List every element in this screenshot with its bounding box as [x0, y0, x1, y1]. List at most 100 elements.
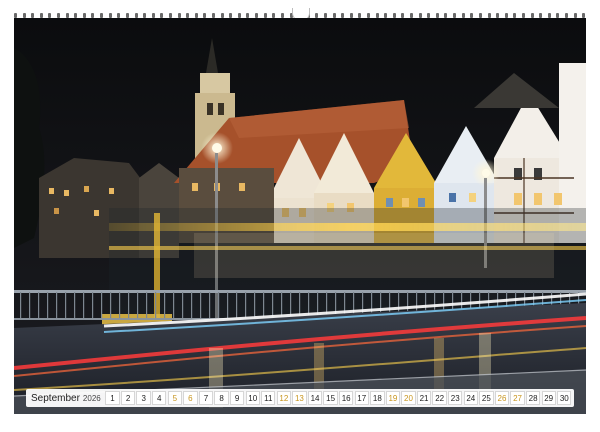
railing-post [65, 292, 67, 318]
railing-post [236, 292, 238, 318]
binding-ring [487, 12, 491, 18]
day-cell: 16 [338, 391, 354, 405]
binding-ring [134, 12, 138, 18]
day-cell: 25 [479, 391, 494, 405]
day-cell: 24 [463, 391, 478, 405]
binding-ring [151, 12, 155, 18]
railing-post [200, 292, 202, 318]
binding-ring [39, 12, 43, 18]
binding-ring [332, 12, 336, 18]
day-cell: 1 [105, 391, 120, 405]
day-cell: 13 [292, 391, 307, 405]
binding-ring [444, 12, 448, 18]
binding-ring [504, 12, 508, 18]
binding-ring [375, 12, 379, 18]
binding-ring [91, 12, 95, 18]
railing-post [227, 292, 229, 318]
day-cell: 29 [541, 391, 556, 405]
day-cell: 17 [354, 391, 369, 405]
railing-post [92, 292, 94, 318]
day-cell: 3 [136, 391, 151, 405]
photo-illustration [14, 18, 586, 414]
railing-post [173, 292, 175, 318]
day-cell: 21 [416, 391, 432, 405]
binding-ring [82, 12, 86, 18]
calendar-page: September 2026 1 2 3 4 5 6 7 8 9 10 11 12 13 14 15 16 17 1… [0, 0, 600, 432]
railing-post [137, 292, 139, 318]
day-cell: 4 [152, 391, 167, 405]
railing-post [74, 292, 76, 318]
binding-ring [272, 12, 276, 18]
railing-post [272, 292, 274, 318]
railing-post [110, 292, 112, 318]
railing-post [56, 292, 58, 318]
binding-ring [117, 12, 121, 18]
binding-ring [203, 12, 207, 18]
railing-post [191, 292, 193, 318]
binding-ring [212, 12, 216, 18]
binding-ring [160, 12, 164, 18]
railing-post [182, 292, 184, 318]
binding-ring [358, 12, 362, 18]
binding-ring [323, 12, 327, 18]
railing-post [119, 292, 121, 318]
binding-ring [246, 12, 250, 18]
binding-ring [418, 12, 422, 18]
binding-ring [48, 12, 52, 18]
day-cell: 8 [214, 391, 229, 405]
binding-ring [263, 12, 267, 18]
day-cells: 1 2 3 4 5 6 7 8 9 10 11 12 13 14 15 16 17 18 19 20 21 22 23 24 2… [105, 391, 572, 405]
binding-ring [194, 12, 198, 18]
binding-ring [582, 12, 586, 18]
binding-ring [349, 12, 353, 18]
binding-ring [57, 12, 61, 18]
binding-ring [366, 12, 370, 18]
day-cell: 6 [183, 391, 198, 405]
binding-ring [539, 12, 543, 18]
day-cell: 22 [432, 391, 447, 405]
day-cell: 14 [307, 391, 323, 405]
day-cell: 27 [510, 391, 525, 405]
railing-post [47, 292, 49, 318]
day-cell: 30 [557, 391, 572, 405]
binding-ring [255, 12, 259, 18]
day-cell: 5 [167, 391, 183, 405]
binding-ring [14, 12, 17, 18]
railing-post [164, 292, 166, 318]
railing-post [146, 292, 148, 318]
binding-ring [513, 12, 517, 18]
binding-ring [453, 12, 457, 18]
railing-post [281, 292, 283, 318]
binding-ring [384, 12, 388, 18]
railing-post [83, 292, 85, 318]
binding-ring [496, 12, 500, 18]
day-cell: 18 [370, 391, 385, 405]
binding-ring [410, 12, 414, 18]
railing-post [128, 292, 130, 318]
binding-ring [427, 12, 431, 18]
binding-ring [168, 12, 172, 18]
binding-ring [435, 12, 439, 18]
binding-ring [341, 12, 345, 18]
railing-post [218, 292, 220, 318]
binding-ring [220, 12, 224, 18]
binding-ring [556, 12, 560, 18]
binding-ring [530, 12, 534, 18]
day-cell: 28 [525, 391, 541, 405]
binding-ring [565, 12, 568, 18]
binding-ring [31, 12, 35, 18]
binding-ring [177, 12, 181, 18]
railing-post [38, 292, 40, 318]
day-cell: 7 [198, 391, 214, 405]
binding-ring [478, 12, 482, 18]
binding-ring [315, 12, 319, 18]
binding-ring [461, 12, 465, 18]
binding-ring [573, 12, 577, 18]
day-cell: 9 [229, 391, 245, 405]
binding-ring [100, 12, 104, 18]
month-label: September 2026 [28, 393, 105, 404]
binding-ring [470, 12, 474, 18]
railing-post [29, 292, 31, 318]
night-city-photo [14, 18, 586, 414]
year-label: 2026 [82, 393, 101, 403]
